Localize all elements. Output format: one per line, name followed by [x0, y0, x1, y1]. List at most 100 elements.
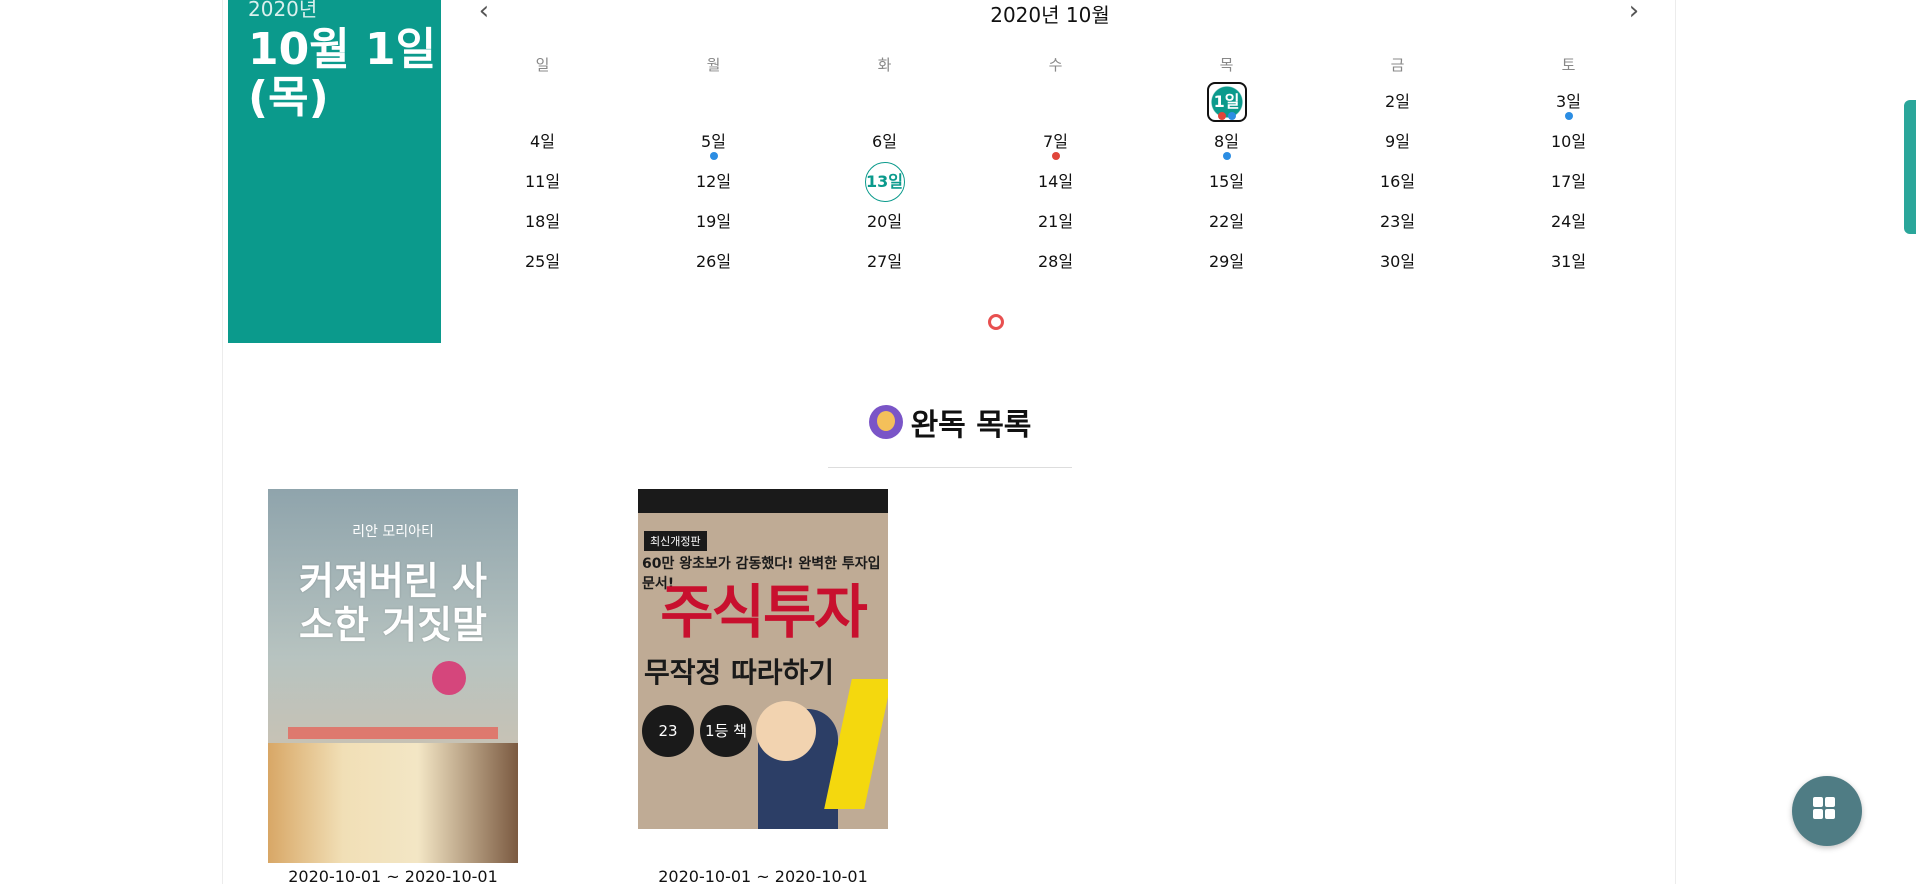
calendar-day[interactable]: 13일 [799, 162, 970, 202]
scrollbar-thumb[interactable] [1904, 100, 1916, 234]
selected-day: 10월 1일 (목) [248, 26, 441, 122]
cover-bottom-strip [638, 829, 888, 863]
book-card[interactable]: 최신개정판 60만 왕초보가 감동했다! 완벽한 투자입문서! 주식투자 무작정… [638, 489, 888, 884]
calendar-day[interactable]: 31일 [1483, 242, 1654, 282]
calendar-header: ‹ 2020년 10월 › [460, 0, 1640, 27]
calendar-day-label: 14일 [1037, 172, 1074, 191]
calendar-empty-cell [628, 82, 799, 122]
calendar-day-label: 23일 [1379, 212, 1416, 231]
calendar-day[interactable]: 3일 [1483, 82, 1654, 122]
calendar-day[interactable]: 24일 [1483, 202, 1654, 242]
calendar-day[interactable]: 28일 [970, 242, 1141, 282]
selected-date-panel: 2020년 10월 1일 (목) [228, 0, 441, 343]
mouse-cursor-icon [988, 314, 1004, 330]
calendar-day[interactable]: 15일 [1141, 162, 1312, 202]
calendar-day[interactable]: 26일 [628, 242, 799, 282]
event-dot-red [1217, 112, 1226, 120]
cover-topbar [638, 489, 888, 513]
calendar-day-label: 16일 [1379, 172, 1416, 191]
cover-band [288, 727, 498, 739]
event-dot-blue [709, 152, 718, 160]
cover-photo [268, 743, 518, 863]
calendar-day-label: 12일 [695, 172, 732, 191]
event-dot-blue [1227, 112, 1236, 120]
selected-year: 2020년 [248, 0, 318, 21]
weekday-thu: 목 [1219, 56, 1234, 74]
calendar-day[interactable]: 21일 [970, 202, 1141, 242]
event-dots [1141, 112, 1312, 122]
event-dot-blue [1564, 112, 1573, 120]
calendar-day[interactable]: 22일 [1141, 202, 1312, 242]
calendar-day-label: 17일 [1550, 172, 1587, 191]
calendar-day[interactable]: 5일 [628, 122, 799, 162]
calendar-empty-cell [457, 82, 628, 122]
cover-badge: 23 [642, 705, 694, 757]
calendar-day[interactable]: 29일 [1141, 242, 1312, 282]
book-cover[interactable]: 최신개정판 60만 왕초보가 감동했다! 완벽한 투자입문서! 주식투자 무작정… [638, 489, 888, 863]
grid-icon [1825, 809, 1835, 819]
book-cover-title: 커져버린 사소한 거짓말 [298, 558, 488, 647]
calendar-day[interactable]: 12일 [628, 162, 799, 202]
calendar-day[interactable]: 6일 [799, 122, 970, 162]
calendar-week-row: 18일 19일 20일 21일 22일 23일 24일 [457, 202, 1654, 242]
grid-icon [1813, 809, 1823, 819]
calendar-day-label: 15일 [1208, 172, 1245, 191]
book-read-range: 2020-10-01 ~ 2020-10-01 [658, 867, 868, 884]
weekday-mon: 월 [706, 56, 721, 74]
book-cover-subtitle2: 무작정 따라하기 [644, 656, 835, 689]
calendar-day[interactable]: 17일 [1483, 162, 1654, 202]
calendar-day[interactable]: 25일 [457, 242, 628, 282]
book-card[interactable]: 리안 모리아티 커져버린 사소한 거짓말 2020-10-01 ~ 2020-1… [268, 489, 518, 884]
calendar-day[interactable]: 20일 [799, 202, 970, 242]
grid-menu-button[interactable] [1792, 776, 1862, 846]
book-read-range: 2020-10-01 ~ 2020-10-01 [288, 867, 498, 884]
calendar-week-row: 25일 26일 27일 28일 29일 30일 31일 [457, 242, 1654, 282]
calendar-empty-cell [799, 82, 970, 122]
calendar-day[interactable]: 14일 [970, 162, 1141, 202]
calendar-day[interactable]: 4일 [457, 122, 628, 162]
calendar-day-label: 19일 [695, 212, 732, 231]
grid-icon [1825, 797, 1835, 807]
grid-icon [1813, 797, 1823, 807]
event-dots [628, 152, 799, 162]
weekday-wed: 수 [1048, 56, 1063, 74]
event-dot-blue [1222, 152, 1231, 160]
calendar-day-label: 25일 [524, 252, 561, 271]
calendar-day[interactable]: 9일 [1312, 122, 1483, 162]
calendar-day[interactable]: 10일 [1483, 122, 1654, 162]
book-cover-title: 주식투자 [660, 578, 867, 646]
calendar-empty-cell [970, 82, 1141, 122]
calendar-day[interactable]: 1일 [1141, 82, 1312, 122]
calendar-day[interactable]: 7일 [970, 122, 1141, 162]
reader-emoji-icon [868, 405, 903, 439]
calendar-day-label: 21일 [1037, 212, 1074, 231]
selected-day-weekday: (목) [248, 72, 329, 123]
weekday-sat: 토 [1561, 56, 1576, 74]
calendar-day[interactable]: 11일 [457, 162, 628, 202]
section-title-text: 완독 목록 [910, 408, 1032, 443]
calendar-day[interactable]: 27일 [799, 242, 970, 282]
calendar-weeks: 1일 2일 3일 4일 5일 6일 7일 8일 9일 10일 11일 12일 13일 14일 15일 16일 1… [457, 82, 1654, 282]
calendar-day-label: 11일 [524, 172, 561, 191]
calendar-day-label: 31일 [1550, 252, 1587, 271]
calendar-day[interactable]: 30일 [1312, 242, 1483, 282]
calendar-day-label: 13일 [864, 162, 905, 202]
cover-badge: 1등 책 [700, 705, 752, 757]
calendar-day[interactable]: 23일 [1312, 202, 1483, 242]
weekday-row: 일 월 화 수 목 금 토 [457, 48, 1654, 82]
calendar-day-label: 27일 [866, 252, 903, 271]
calendar-day-label: 30일 [1379, 252, 1416, 271]
event-dot-red [1051, 152, 1060, 160]
calendar-day-label: 26일 [695, 252, 732, 271]
weekday-fri: 금 [1390, 56, 1405, 74]
calendar-day[interactable]: 19일 [628, 202, 799, 242]
calendar-day[interactable]: 16일 [1312, 162, 1483, 202]
calendar-day[interactable]: 8일 [1141, 122, 1312, 162]
calendar-day[interactable]: 2일 [1312, 82, 1483, 122]
event-dots [970, 152, 1141, 162]
book-cover[interactable]: 리안 모리아티 커져버린 사소한 거짓말 [268, 489, 518, 863]
calendar-day[interactable]: 18일 [457, 202, 628, 242]
weekday-sun: 일 [535, 56, 550, 74]
chevron-right-icon[interactable]: › [1620, 0, 1648, 26]
calendar-day-label: 6일 [872, 132, 897, 151]
